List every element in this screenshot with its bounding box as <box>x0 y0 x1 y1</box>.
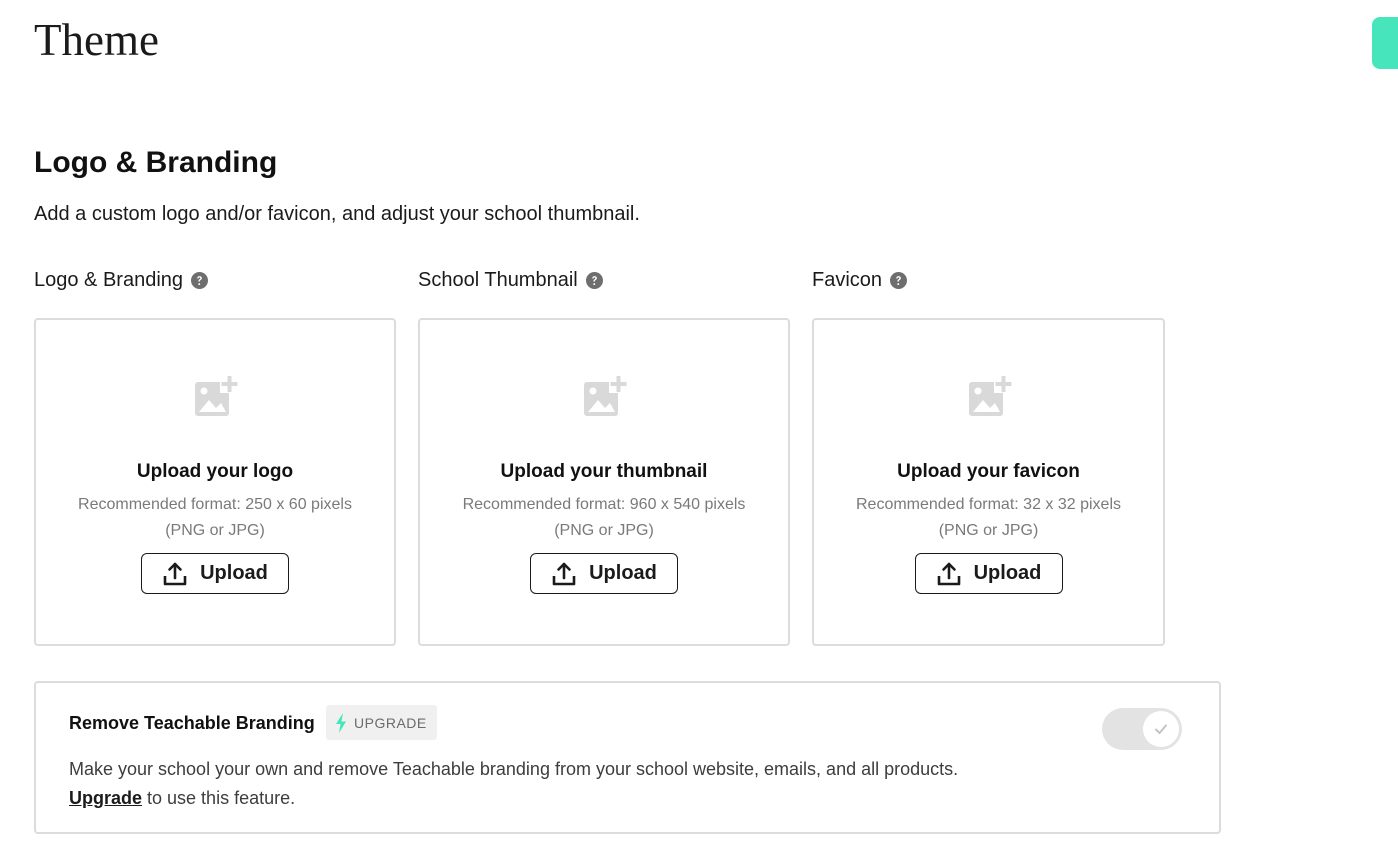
remove-branding-title: Remove Teachable Branding <box>69 713 315 733</box>
thumbnail-format-size: Recommended format: 960 x 540 pixels <box>462 496 746 513</box>
remove-branding-description: Make your school your own and remove Tea… <box>69 755 958 813</box>
section-description: Add a custom logo and/or favicon, and ad… <box>34 203 640 225</box>
page-title: Theme <box>34 15 159 65</box>
question-circle-icon[interactable] <box>585 271 603 289</box>
thumbnail-card-title: Upload your thumbnail <box>500 461 708 482</box>
favicon-card-title: Upload your favicon <box>897 461 1080 482</box>
upload-logo-label: Upload <box>200 562 268 584</box>
upgrade-prompt-suffix: to use this feature. <box>142 788 296 808</box>
thumbnail-format-note: Recommended format: 960 x 540 pixels (PN… <box>463 492 746 544</box>
remove-branding-toggle[interactable] <box>1102 708 1182 750</box>
theme-page: Theme Logo & Branding Add a custom logo … <box>0 0 1398 853</box>
image-plus-icon <box>195 375 238 416</box>
logo-format-note: Recommended format: 250 x 60 pixels (PNG… <box>78 492 352 544</box>
question-circle-icon[interactable] <box>191 271 209 289</box>
thumbnail-format-type: (PNG or JPG) <box>554 522 654 539</box>
upgrade-badge: UPGRADE <box>326 705 437 740</box>
thumbnail-upload-card[interactable]: Upload your thumbnail Recommended format… <box>418 318 790 646</box>
logo-column-label-text: Logo & Branding <box>34 269 184 291</box>
logo-format-type: (PNG or JPG) <box>165 522 265 539</box>
section-title: Logo & Branding <box>34 146 278 179</box>
upload-favicon-label: Upload <box>973 562 1042 584</box>
upload-favicon-button[interactable]: Upload <box>914 553 1063 594</box>
thumbnail-column-label-text: School Thumbnail <box>418 269 578 291</box>
logo-upload-card-content: Upload your logo Recommended format: 250… <box>36 320 394 644</box>
upload-arrow-icon <box>163 562 187 585</box>
upload-arrow-icon <box>552 562 576 585</box>
question-circle-icon[interactable] <box>890 271 908 289</box>
logo-upload-card[interactable]: Upload your logo Recommended format: 250… <box>34 318 396 646</box>
logo-column-label: Logo & Branding <box>34 266 209 294</box>
remove-branding-panel: Remove Teachable Branding UPGRADE Make y… <box>34 681 1221 834</box>
favicon-format-type: (PNG or JPG) <box>938 522 1039 539</box>
logo-card-title: Upload your logo <box>136 461 294 482</box>
favicon-upload-card-content: Upload your favicon Recommended format: … <box>814 320 1163 644</box>
check-icon <box>1155 724 1167 734</box>
toggle-knob <box>1143 711 1179 747</box>
upgrade-badge-label: UPGRADE <box>354 714 427 731</box>
favicon-format-size: Recommended format: 32 x 32 pixels <box>855 496 1121 513</box>
favicon-column-label: Favicon <box>812 266 908 294</box>
corner-accent-tab[interactable] <box>1372 17 1398 69</box>
upgrade-link[interactable]: Upgrade <box>69 788 142 808</box>
lightning-bolt-icon <box>336 712 346 733</box>
logo-format-size: Recommended format: 250 x 60 pixels <box>78 496 352 513</box>
favicon-format-note: Recommended format: 32 x 32 pixels (PNG … <box>856 492 1121 544</box>
favicon-upload-card[interactable]: Upload your favicon Recommended format: … <box>812 318 1165 646</box>
thumbnail-upload-card-content: Upload your thumbnail Recommended format… <box>420 320 788 644</box>
upload-thumbnail-button[interactable]: Upload <box>530 553 678 594</box>
upload-arrow-icon <box>937 562 960 585</box>
upload-thumbnail-label: Upload <box>589 562 657 584</box>
favicon-column-label-text: Favicon <box>812 269 883 291</box>
upgrade-prompt: Upgrade to use this feature. <box>69 784 958 813</box>
image-plus-icon <box>584 375 627 416</box>
remove-branding-text: Make your school your own and remove Tea… <box>69 759 959 779</box>
image-plus-icon <box>968 375 1012 416</box>
upload-logo-button[interactable]: Upload <box>141 553 289 594</box>
thumbnail-column-label: School Thumbnail <box>418 266 603 294</box>
